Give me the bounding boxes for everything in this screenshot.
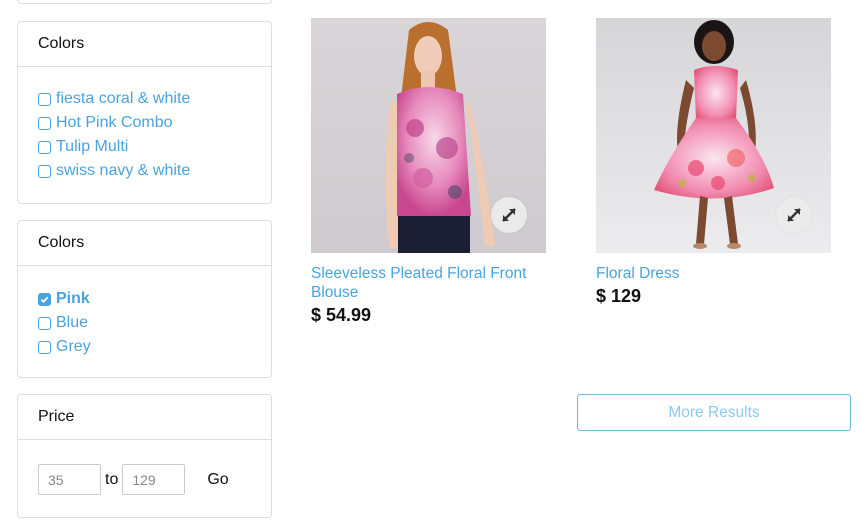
checkbox-icon[interactable] xyxy=(38,140,51,154)
facet-option-swiss-navy-white[interactable]: swiss navy & white xyxy=(38,159,251,183)
facet-title: Colors xyxy=(18,221,271,266)
colors-facet-card: Colors fiesta coral & white Hot Pink Com… xyxy=(17,21,272,204)
price-max-input[interactable] xyxy=(122,464,186,495)
product-price: $ 54.99 xyxy=(311,305,372,325)
previous-facet-card xyxy=(17,0,272,4)
checkbox-checked-icon[interactable] xyxy=(38,292,51,306)
facet-option-label: swiss navy & white xyxy=(56,162,191,179)
price-range-row: to Go xyxy=(38,456,251,495)
checkbox-icon[interactable] xyxy=(38,316,51,330)
checkbox-icon[interactable] xyxy=(38,164,51,178)
expand-image-button[interactable] xyxy=(491,197,527,233)
price-min-input[interactable] xyxy=(38,464,101,495)
facet-title: Colors xyxy=(18,22,271,67)
price-go-button[interactable]: Go xyxy=(207,471,228,489)
facet-option-label: Blue xyxy=(56,314,89,331)
checkbox-icon[interactable] xyxy=(38,116,51,130)
checkbox-icon[interactable] xyxy=(38,92,51,106)
facet-option-hot-pink-combo[interactable]: Hot Pink Combo xyxy=(38,111,251,135)
more-results-button[interactable]: More Results xyxy=(577,394,851,431)
product-image[interactable] xyxy=(311,18,546,253)
facet-option-label: Hot Pink Combo xyxy=(56,114,173,131)
expand-image-button[interactable] xyxy=(776,197,812,233)
facet-title: Price xyxy=(18,395,271,440)
price-facet-card: Price to Go xyxy=(17,394,272,518)
facet-option-pink[interactable]: Pink xyxy=(38,287,251,311)
product-card: Floral Dress $ 129 xyxy=(596,18,831,307)
expand-arrows-icon xyxy=(787,208,801,222)
checkbox-icon[interactable] xyxy=(38,340,51,354)
facet-option-grey[interactable]: Grey xyxy=(38,335,251,359)
product-title-link[interactable]: Floral Dress xyxy=(596,264,831,283)
facet-option-label: Pink xyxy=(56,290,90,307)
expand-arrows-icon xyxy=(502,208,516,222)
facet-option-fiesta-coral-white[interactable]: fiesta coral & white xyxy=(38,87,251,111)
facet-option-blue[interactable]: Blue xyxy=(38,311,251,335)
facet-option-tulip-multi[interactable]: Tulip Multi xyxy=(38,135,251,159)
product-price: $ 129 xyxy=(596,286,642,306)
product-card: Sleeveless Pleated Floral Front Blouse $… xyxy=(311,18,546,326)
product-title-link[interactable]: Sleeveless Pleated Floral Front Blouse xyxy=(311,264,546,302)
price-to-label: to xyxy=(105,470,119,488)
facet-option-label: fiesta coral & white xyxy=(56,90,191,107)
facet-option-label: Tulip Multi xyxy=(56,138,129,155)
colors-facet-card: Colors Pink Blue Grey xyxy=(17,220,272,378)
facet-option-label: Grey xyxy=(56,338,91,355)
product-image[interactable] xyxy=(596,18,831,253)
